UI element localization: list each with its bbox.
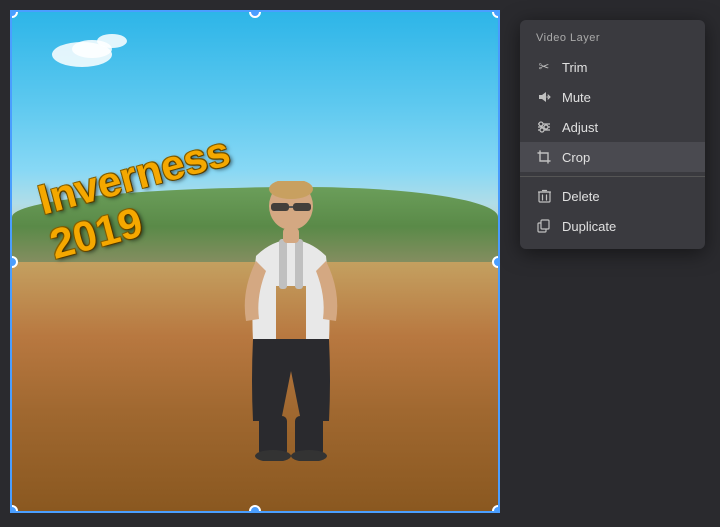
cloud xyxy=(97,34,127,48)
menu-item-duplicate[interactable]: Duplicate xyxy=(520,211,705,241)
context-menu: Video Layer ✂ Trim Mute xyxy=(520,20,705,249)
adjust-label: Adjust xyxy=(562,120,598,135)
delete-label: Delete xyxy=(562,189,600,204)
duplicate-icon xyxy=(536,218,552,234)
duplicate-label: Duplicate xyxy=(562,219,616,234)
trim-label: Trim xyxy=(562,60,588,75)
adjust-icon xyxy=(536,119,552,135)
trim-icon: ✂ xyxy=(536,59,552,75)
mute-label: Mute xyxy=(562,90,591,105)
menu-item-delete[interactable]: Delete xyxy=(520,181,705,211)
handle-bottom-center[interactable] xyxy=(249,505,261,513)
delete-icon xyxy=(536,188,552,204)
menu-item-adjust[interactable]: Adjust xyxy=(520,112,705,142)
mute-icon xyxy=(536,89,552,105)
menu-item-mute[interactable]: Mute xyxy=(520,82,705,112)
menu-item-trim[interactable]: ✂ Trim xyxy=(520,52,705,82)
handle-bottom-right[interactable] xyxy=(492,505,500,513)
handle-middle-right[interactable] xyxy=(492,256,500,268)
menu-item-crop[interactable]: Crop xyxy=(520,142,705,172)
video-frame[interactable]: Inverness 2019 xyxy=(10,10,500,513)
crop-icon xyxy=(536,149,552,165)
menu-divider xyxy=(520,176,705,177)
canvas-area: Inverness 2019 Video Layer ✂ Trim Mute xyxy=(0,0,720,527)
menu-section-label: Video Layer xyxy=(520,28,705,52)
person-silhouette xyxy=(231,181,351,461)
crop-label: Crop xyxy=(562,150,590,165)
